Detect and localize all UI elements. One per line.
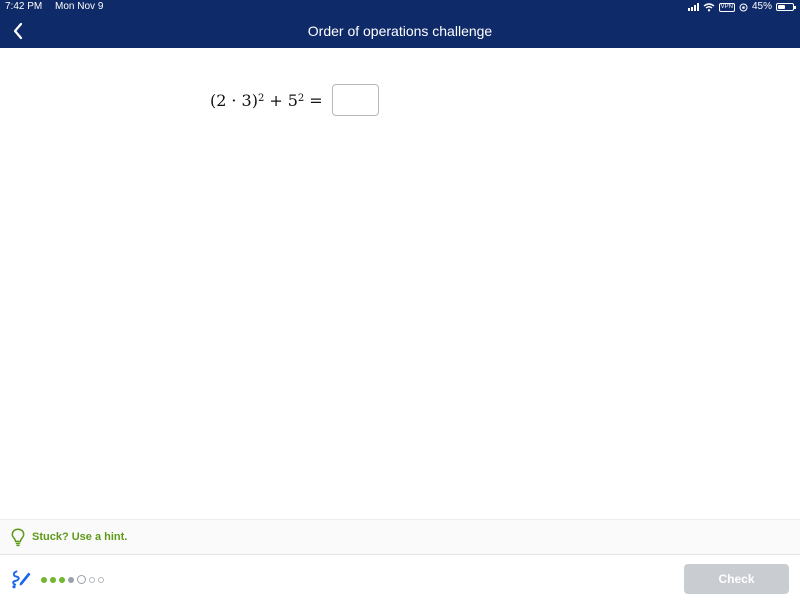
progress-dot-3-done — [59, 576, 65, 583]
progress-dot-5-current — [77, 575, 86, 584]
wifi-icon — [703, 2, 715, 11]
multiply-dot: · — [231, 90, 237, 110]
expr-three-close: 3) — [241, 90, 258, 110]
orientation-lock-icon — [739, 3, 748, 11]
footer: Check — [0, 556, 800, 600]
progress-dot-4-pending — [68, 576, 74, 583]
check-button[interactable]: Check — [684, 564, 789, 594]
cellular-signal-icon — [687, 3, 699, 11]
vpn-badge: VPN — [718, 2, 735, 12]
top-bar: 7:42 PM Mon Nov 9 VPN 45% Order of opera… — [0, 0, 800, 48]
math-problem: (2 · 3) 2 + 5 2 = — [210, 84, 379, 116]
lightbulb-icon — [11, 527, 27, 547]
progress-dot-2-done — [50, 576, 56, 583]
status-date: Mon Nov 9 — [55, 1, 104, 12]
nav-bar: Order of operations challenge — [0, 14, 800, 48]
scratchpad-pencil-icon[interactable] — [10, 569, 32, 589]
expr-open: (2 — [210, 90, 227, 110]
battery-percent: 45% — [751, 1, 772, 12]
progress-dot-1-done — [41, 576, 47, 583]
expr-five: 5 — [287, 90, 298, 110]
status-bar: 7:42 PM Mon Nov 9 VPN 45% — [0, 0, 800, 14]
exponent-1: 2 — [257, 92, 265, 104]
progress-dot-6-future — [89, 576, 95, 583]
progress-dot-7-future — [98, 576, 104, 583]
status-time: 7:42 PM — [5, 1, 43, 12]
status-left: 7:42 PM Mon Nov 9 — [5, 0, 103, 14]
hint-link[interactable]: Stuck? Use a hint. — [32, 531, 127, 543]
hint-bar[interactable]: Stuck? Use a hint. — [0, 519, 800, 555]
page-title: Order of operations challenge — [307, 23, 493, 39]
progress-dots — [41, 575, 104, 584]
answer-input[interactable] — [331, 84, 379, 116]
plus-sign: + — [269, 90, 283, 110]
equals-sign: = — [309, 90, 323, 110]
battery-icon — [776, 3, 796, 11]
status-right: VPN 45% — [687, 0, 796, 14]
exponent-2: 2 — [297, 92, 305, 104]
